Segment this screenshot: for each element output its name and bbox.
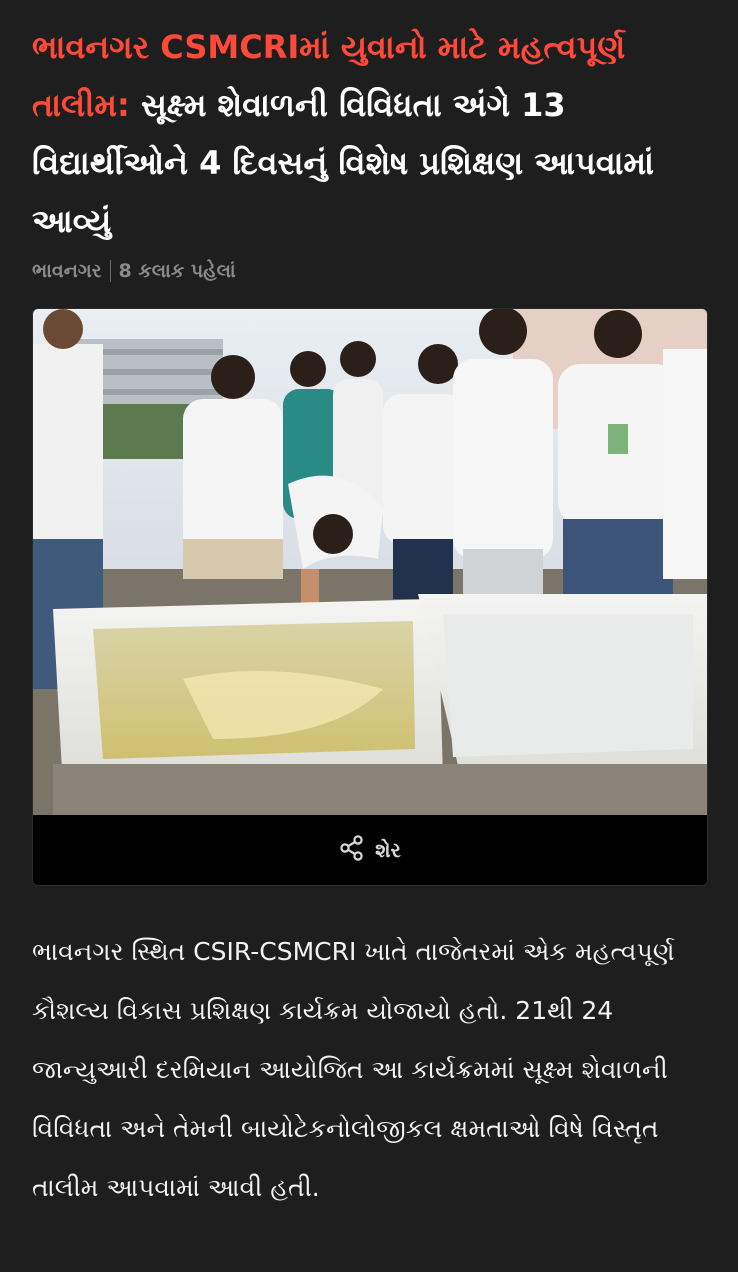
share-label: શેર bbox=[375, 838, 401, 862]
article-photo[interactable] bbox=[33, 309, 707, 815]
article-photo-card: શેર bbox=[32, 308, 708, 886]
location-label[interactable]: ભાવનગર bbox=[32, 260, 102, 282]
article-meta: ભાવનગર 8 કલાક પહેલાં bbox=[32, 260, 236, 282]
article-body: ભાવનગર સ્થિત CSIR-CSMCRI ખાતે તાજેતરમાં … bbox=[32, 937, 675, 1202]
headline: ભાવનગર CSMCRIમાં યુવાનો માટે મહત્વપૂર્ણ … bbox=[32, 18, 712, 250]
share-icon bbox=[339, 835, 365, 865]
timestamp: 8 કલાક પહેલાં bbox=[118, 260, 236, 282]
meta-divider bbox=[109, 260, 111, 282]
share-button[interactable]: શેર bbox=[33, 815, 707, 885]
